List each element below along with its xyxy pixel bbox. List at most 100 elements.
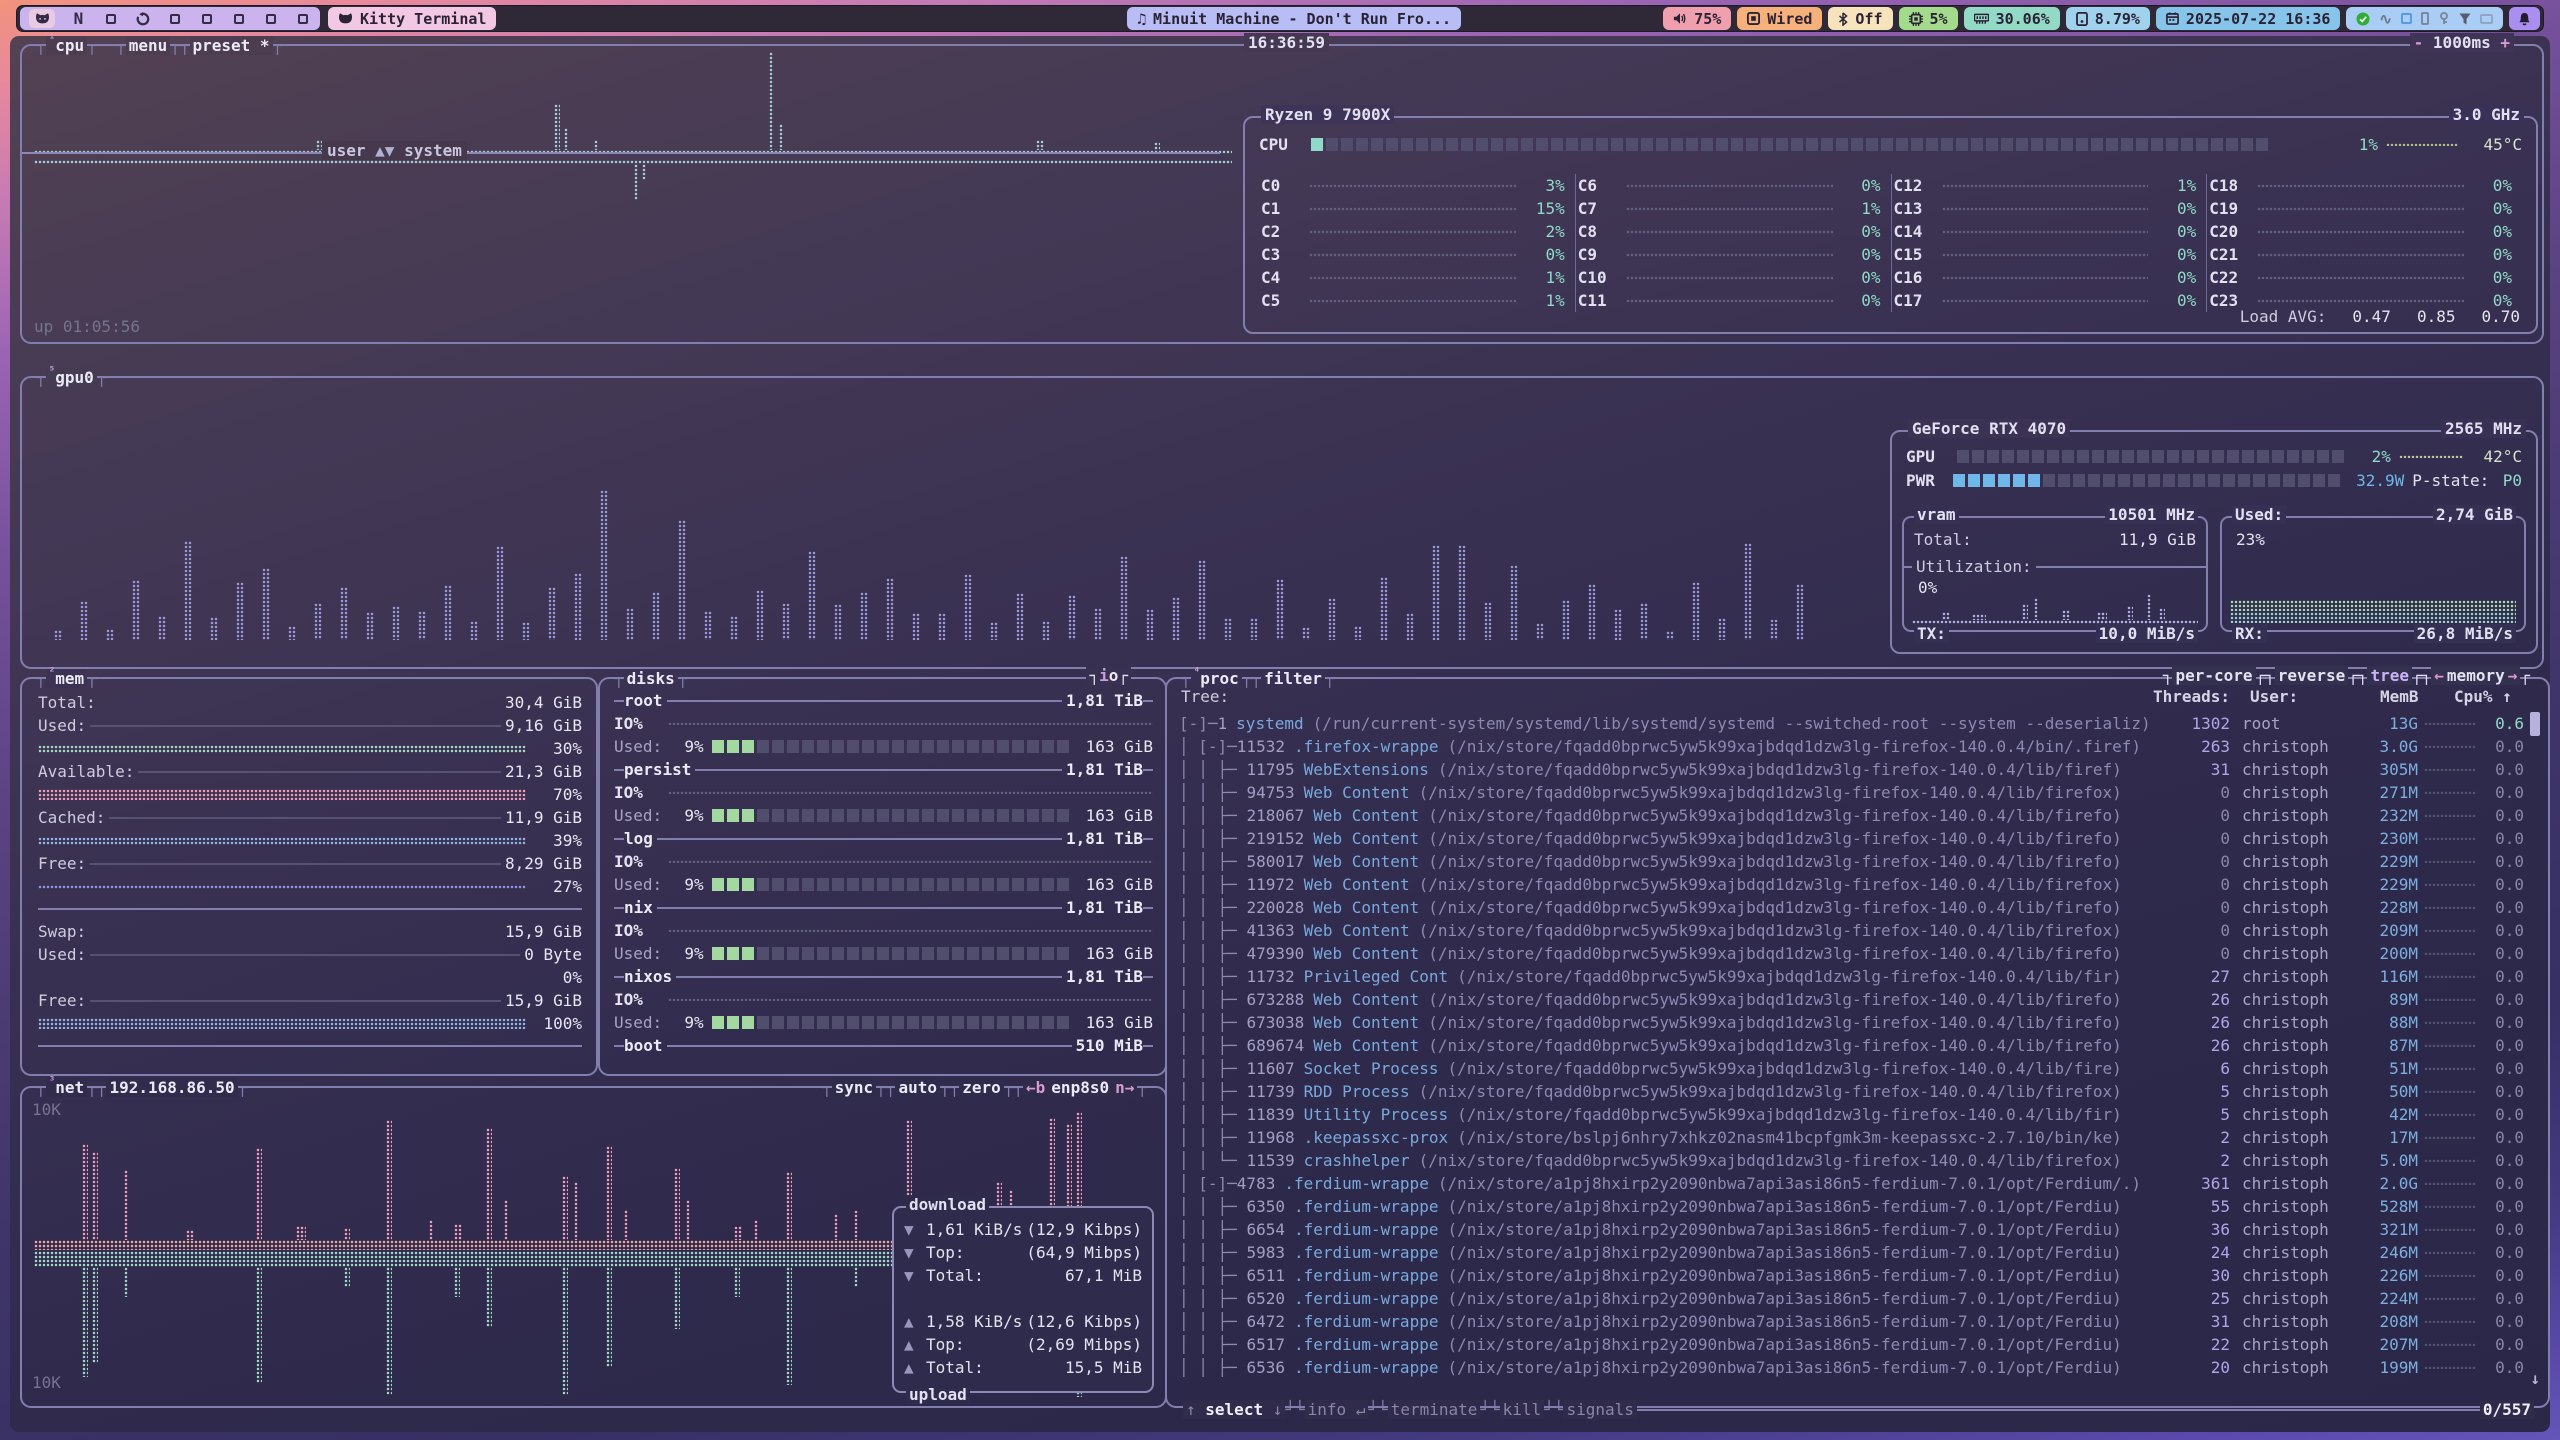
tray-keyboard-icon[interactable]	[2480, 14, 2493, 24]
menu-button[interactable]: menu	[126, 36, 171, 55]
process-scrollbar-thumb[interactable]	[2530, 712, 2540, 736]
process-row[interactable]: │ │ ├─ 673038Web Content(/nix/store/fqad…	[1179, 1011, 2524, 1034]
process-table-header: Tree: Threads: User: MemB Cpu% ↑	[1167, 687, 2548, 710]
gpu-pstate-value: P0	[2497, 471, 2522, 490]
net-sync-button[interactable]: sync	[832, 1078, 877, 1097]
workspace-6[interactable]	[198, 10, 215, 27]
disk-indicator[interactable]: 8.79%	[2066, 7, 2150, 30]
notification-button[interactable]	[2509, 7, 2540, 30]
process-row[interactable]: │ │ ├─ 11972Web Content(/nix/store/fqadd…	[1179, 873, 2524, 896]
tree-column-header[interactable]: Tree:	[1181, 687, 1229, 706]
interval-decrease-button[interactable]: -	[2414, 33, 2424, 52]
preset-button[interactable]: preset *	[190, 36, 273, 55]
filter-button[interactable]: filter	[1261, 669, 1325, 688]
select-up-arrow[interactable]: ↑	[1186, 1400, 1196, 1419]
per-core-toggle[interactable]: per-core	[2172, 666, 2255, 685]
workspace-8[interactable]	[262, 10, 279, 27]
workspace-5[interactable]	[166, 10, 183, 27]
disk-io-row: IO%	[614, 712, 1153, 735]
net-next-iface-button[interactable]: n→	[1112, 1078, 1137, 1097]
tray-key-icon[interactable]	[2438, 12, 2450, 25]
sort-next-button[interactable]: →	[2505, 666, 2521, 685]
user-column-header[interactable]: User:	[2250, 687, 2298, 706]
system-tray[interactable]: ∿	[2346, 7, 2503, 30]
process-row[interactable]: │ │ ├─ 11732Privileged Cont(/nix/store/f…	[1179, 965, 2524, 988]
active-window-button[interactable]: Kitty Terminal	[328, 7, 496, 30]
process-row[interactable]: │ [-]─4783.ferdium-wrappe(/nix/store/a1p…	[1179, 1172, 2524, 1195]
process-row[interactable]: │ │ ├─ 218067Web Content(/nix/store/fqad…	[1179, 804, 2524, 827]
process-row[interactable]: │ │ ├─ 6511.ferdium-wrappe(/nix/store/a1…	[1179, 1264, 2524, 1287]
tray-wave-icon[interactable]: ∿	[2379, 10, 2392, 28]
process-row[interactable]: │ │ ├─ 6350.ferdium-wrappe(/nix/store/a1…	[1179, 1195, 2524, 1218]
net-zero-button[interactable]: zero	[959, 1078, 1004, 1097]
tray-app-icon[interactable]	[2401, 13, 2412, 24]
process-row[interactable]: │ │ ├─ 41363Web Content(/nix/store/fqadd…	[1179, 919, 2524, 942]
sort-prev-button[interactable]: ←	[2431, 666, 2447, 685]
process-row[interactable]: │ │ ├─ 479390Web Content(/nix/store/fqad…	[1179, 942, 2524, 965]
core-cell: C140%	[1891, 220, 2207, 243]
cpu-panel: ┐ ¹cpu ┌──┐ menu ┌┐ preset * ┌ 16:36:59 …	[20, 44, 2544, 344]
info-action[interactable]: info ↵	[1305, 1400, 1369, 1419]
net-auto-button[interactable]: auto	[895, 1078, 940, 1097]
process-row[interactable]: [-]─1systemd(/run/current-system/systemd…	[1179, 712, 2524, 735]
process-row[interactable]: │ │ ├─ 6654.ferdium-wrappe(/nix/store/a1…	[1179, 1218, 2524, 1241]
process-row[interactable]: │ │ ├─ 6536.ferdium-wrappe(/nix/store/a1…	[1179, 1356, 2524, 1379]
disk-io-row: IO%	[614, 988, 1153, 1011]
tree-toggle[interactable]: tree	[2367, 666, 2412, 685]
memory-indicator[interactable]: 30.06%	[1964, 7, 2060, 30]
media-track-title: Minuit Machine - Don't Run Fro...	[1153, 10, 1451, 28]
mem-column-header[interactable]: MemB	[2380, 687, 2419, 706]
bluetooth-icon	[1838, 12, 1848, 26]
threads-column-header[interactable]: Threads:	[2153, 687, 2230, 706]
workspace-kitty-icon[interactable]	[29, 9, 55, 28]
process-row[interactable]: │ │ ├─ 11795WebExtensions(/nix/store/fqa…	[1179, 758, 2524, 781]
workspace-refresh-icon[interactable]	[134, 10, 151, 27]
process-row[interactable]: │ │ ├─ 219152Web Content(/nix/store/fqad…	[1179, 827, 2524, 850]
process-row[interactable]: │ │ ├─ 6517.ferdium-wrappe(/nix/store/a1…	[1179, 1333, 2524, 1356]
process-row[interactable]: │ │ ├─ 94753Web Content(/nix/store/fqadd…	[1179, 781, 2524, 804]
process-row[interactable]: │ │ ├─ 5983.ferdium-wrappe(/nix/store/a1…	[1179, 1241, 2524, 1264]
select-action[interactable]: select	[1205, 1400, 1263, 1419]
process-row[interactable]: │ │ ├─ 580017Web Content(/nix/store/fqad…	[1179, 850, 2524, 873]
process-row[interactable]: │ │ ├─ 6472.ferdium-wrappe(/nix/store/a1…	[1179, 1310, 2524, 1333]
bluetooth-indicator[interactable]: Off	[1828, 7, 1892, 30]
process-row[interactable]: │ │ ├─ 673288Web Content(/nix/store/fqad…	[1179, 988, 2524, 1011]
workspace-9[interactable]	[294, 10, 311, 27]
workspace-3[interactable]	[102, 10, 119, 27]
interval-increase-button[interactable]: +	[2500, 33, 2510, 52]
process-row[interactable]: │ │ └─ 11539crashhelper(/nix/store/fqadd…	[1179, 1149, 2524, 1172]
workspace-7[interactable]	[230, 10, 247, 27]
process-row[interactable]: │ │ ├─ 6520.ferdium-wrappe(/nix/store/a1…	[1179, 1287, 2524, 1310]
tray-phone-icon[interactable]	[2421, 12, 2429, 25]
process-row[interactable]: │ [-]─11532.firefox-wrappe(/nix/store/fq…	[1179, 735, 2524, 758]
io-mode-tab[interactable]: ┐io┌	[1086, 666, 1131, 685]
core-cell: C03%	[1259, 174, 1575, 197]
signals-action[interactable]: signals	[1563, 1400, 1636, 1419]
cpu-column-header[interactable]: Cpu% ↑	[2454, 687, 2512, 706]
net-prev-iface-button[interactable]: ←b	[1023, 1078, 1048, 1097]
terminate-action[interactable]: terminate	[1388, 1400, 1481, 1419]
clock-indicator[interactable]: 2025-07-22 16:36	[2156, 7, 2341, 30]
network-indicator[interactable]: Wired	[1737, 7, 1822, 30]
workspace-nix-icon[interactable]: N	[70, 10, 87, 27]
volume-indicator[interactable]: 75%	[1663, 7, 1731, 30]
workspace-switcher[interactable]: N	[20, 7, 320, 30]
gpu-power-value: 32.9W	[2348, 471, 2404, 490]
process-row[interactable]: │ │ ├─ 689674Web Content(/nix/store/fqad…	[1179, 1034, 2524, 1057]
chip-icon	[1909, 12, 1923, 26]
process-row[interactable]: │ │ ├─ 11968.keepassxc-prox(/nix/store/b…	[1179, 1126, 2524, 1149]
scroll-down-indicator[interactable]: ↓	[2530, 1369, 2540, 1388]
tray-check-icon[interactable]	[2356, 12, 2370, 26]
update-interval-control[interactable]: - 1000ms +	[2410, 33, 2514, 52]
media-player-button[interactable]: ♫ Minuit Machine - Don't Run Fro...	[1127, 7, 1461, 30]
cpu-indicator[interactable]: 5%	[1899, 7, 1958, 30]
process-row[interactable]: │ │ ├─ 11739RDD Process(/nix/store/fqadd…	[1179, 1080, 2524, 1103]
process-row[interactable]: │ │ ├─ 220028Web Content(/nix/store/fqad…	[1179, 896, 2524, 919]
memory-row: Total:30,4 GiB	[38, 691, 582, 714]
tray-funnel-icon[interactable]	[2459, 13, 2471, 25]
process-row[interactable]: │ │ ├─ 11607Socket Process(/nix/store/fq…	[1179, 1057, 2524, 1080]
process-row[interactable]: │ │ ├─ 11839Utility Process(/nix/store/f…	[1179, 1103, 2524, 1126]
kill-action[interactable]: kill	[1500, 1400, 1545, 1419]
select-down-arrow[interactable]: ↓	[1273, 1400, 1283, 1419]
reverse-toggle[interactable]: reverse	[2275, 666, 2348, 685]
